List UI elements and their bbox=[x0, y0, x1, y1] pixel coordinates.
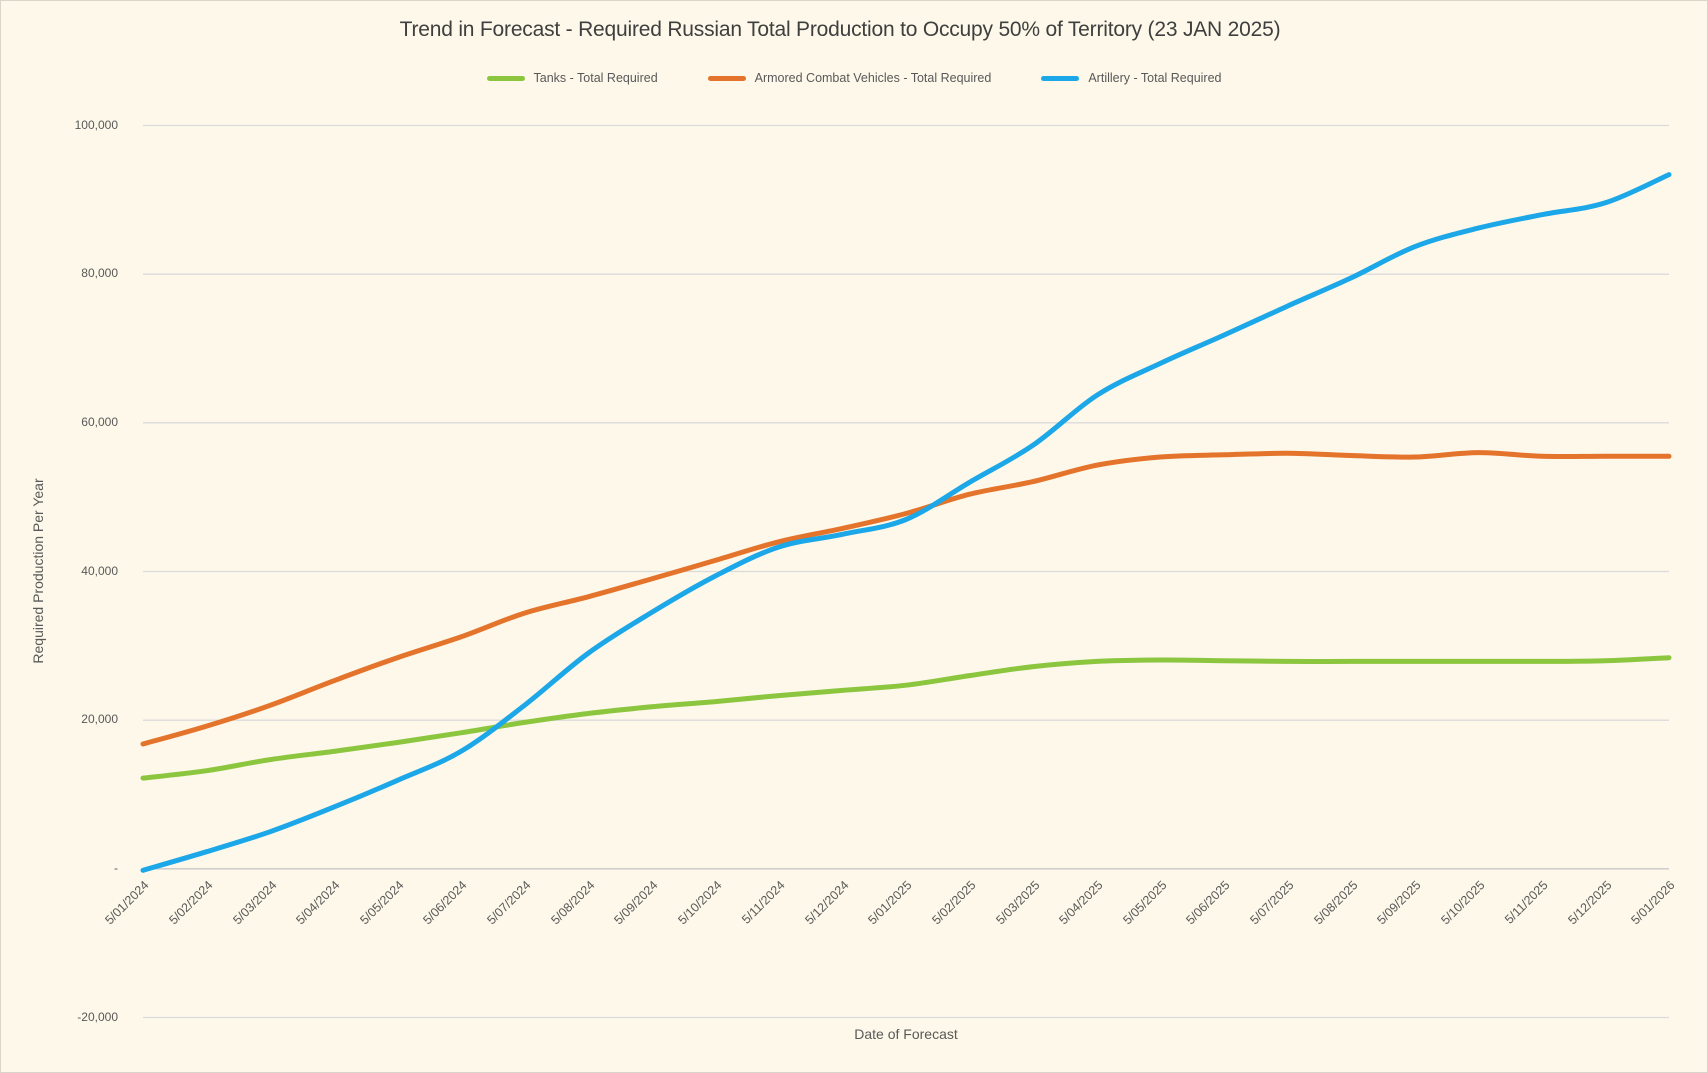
series-line-artillery bbox=[143, 175, 1669, 871]
legend-swatch-armored bbox=[708, 76, 746, 81]
series-line-armored bbox=[143, 453, 1669, 744]
legend-item-artillery: Artillery - Total Required bbox=[1041, 71, 1221, 85]
legend-label-armored: Armored Combat Vehicles - Total Required bbox=[755, 71, 992, 85]
y-tick-label-0: - bbox=[0, 861, 118, 875]
chart-title: Trend in Forecast - Required Russian Tot… bbox=[400, 18, 1281, 42]
legend: Tanks - Total Required Armored Combat Veh… bbox=[0, 71, 1708, 85]
x-axis-title: Date of Forecast bbox=[854, 1026, 958, 1042]
legend-item-tanks: Tanks - Total Required bbox=[487, 71, 658, 85]
y-tick-label--20000: -20,000 bbox=[0, 1010, 118, 1024]
legend-label-tanks: Tanks - Total Required bbox=[534, 71, 658, 85]
legend-label-artillery: Artillery - Total Required bbox=[1088, 71, 1221, 85]
series-line-tanks bbox=[143, 658, 1669, 778]
y-tick-label-80000: 80,000 bbox=[0, 266, 118, 280]
y-tick-label-60000: 60,000 bbox=[0, 415, 118, 429]
y-tick-label-20000: 20,000 bbox=[0, 712, 118, 726]
legend-item-armored: Armored Combat Vehicles - Total Required bbox=[708, 71, 992, 85]
y-tick-label-40000: 40,000 bbox=[0, 564, 118, 578]
y-tick-label-100000: 100,000 bbox=[0, 118, 118, 132]
legend-swatch-artillery bbox=[1041, 76, 1079, 81]
legend-swatch-tanks bbox=[487, 76, 525, 81]
chart: Trend in Forecast - Required Russian Tot… bbox=[0, 0, 1708, 1073]
